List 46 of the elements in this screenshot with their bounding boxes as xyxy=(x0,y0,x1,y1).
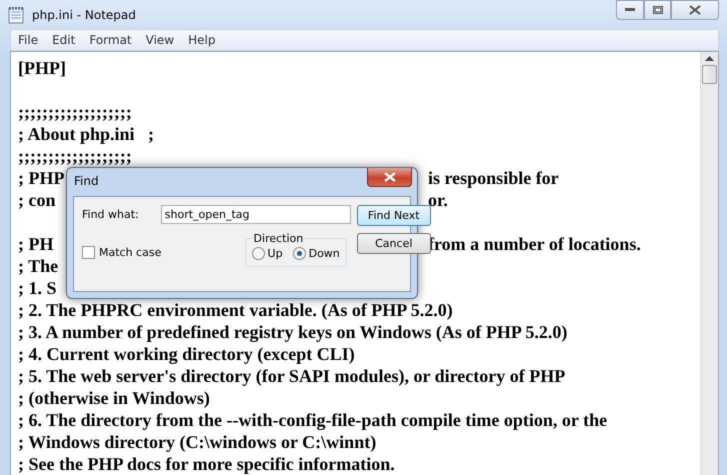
text-line: is responsible for xyxy=(428,167,559,189)
text-line: ; The xyxy=(18,255,58,277)
close-button[interactable] xyxy=(671,0,719,20)
direction-radio[interactable]: Up xyxy=(252,247,283,260)
find-what-label: Find what: xyxy=(82,208,139,221)
scroll-up-icon[interactable] xyxy=(705,56,714,62)
scrollbar[interactable] xyxy=(700,52,718,475)
text-line: ; About php.ini ; xyxy=(18,123,154,145)
close-button[interactable] xyxy=(367,168,412,187)
menu-item[interactable]: View xyxy=(138,33,182,48)
notepad-icon xyxy=(8,6,24,24)
close-icon xyxy=(384,172,396,182)
cancel-button[interactable]: Cancel xyxy=(356,233,431,254)
text-line: ; 6. The directory from the --with-config-file-path compile time option, or the xyxy=(18,409,608,431)
text-line: or. xyxy=(428,189,448,211)
find-next-button[interactable]: Find Next xyxy=(356,205,431,226)
minimize-icon xyxy=(625,8,635,12)
text-line: [PHP] xyxy=(18,57,66,79)
text-line: ; See the PHP docs for more specific information. xyxy=(18,453,395,475)
dialog-title: Find xyxy=(74,174,99,188)
text-line: ;;;;;;;;;;;;;;;;;;; xyxy=(18,101,132,123)
text-line: ; 4. Current working directory (except CLI) xyxy=(18,343,355,365)
text-line: ; Windows directory (C:\windows or C:\winnt) xyxy=(18,431,376,453)
maximize-button[interactable] xyxy=(644,0,671,20)
search-field[interactable]: short_open_tag xyxy=(160,205,351,224)
text-line: ; PHP xyxy=(18,167,64,189)
text-line: ; 1. S xyxy=(18,277,57,299)
menu-item[interactable]: File xyxy=(11,33,46,48)
scroll-thumb[interactable] xyxy=(702,65,717,84)
direction-label: Direction xyxy=(252,232,304,245)
text-line: ; 2. The PHPRC environment variable. (As of PHP 5.2.0) xyxy=(18,299,453,321)
menu-item[interactable]: Edit xyxy=(45,33,82,48)
text-line: ; 5. The web server's directory (for SAPI modules), or directory of PHP xyxy=(18,365,566,387)
menu-item[interactable]: Format xyxy=(82,33,139,48)
text-line: ;;;;;;;;;;;;;;;;;;; xyxy=(18,145,132,167)
window-title: php.ini - Notepad xyxy=(32,8,136,22)
text-line: ; PH xyxy=(18,233,54,255)
text-line: ; con xyxy=(18,189,56,211)
menu-item[interactable]: Help xyxy=(181,33,222,48)
minimize-button[interactable] xyxy=(616,0,644,20)
close-icon xyxy=(689,5,701,15)
text-line: ; (otherwise in Windows) xyxy=(18,387,210,409)
text-line: ; 3. A number of predefined registry keys on Windows (As of PHP 5.2.0) xyxy=(18,321,568,343)
direction-radio[interactable]: Down xyxy=(292,247,340,260)
match-case-checkbox[interactable]: Match case xyxy=(82,246,162,259)
maximize-icon xyxy=(652,6,662,14)
